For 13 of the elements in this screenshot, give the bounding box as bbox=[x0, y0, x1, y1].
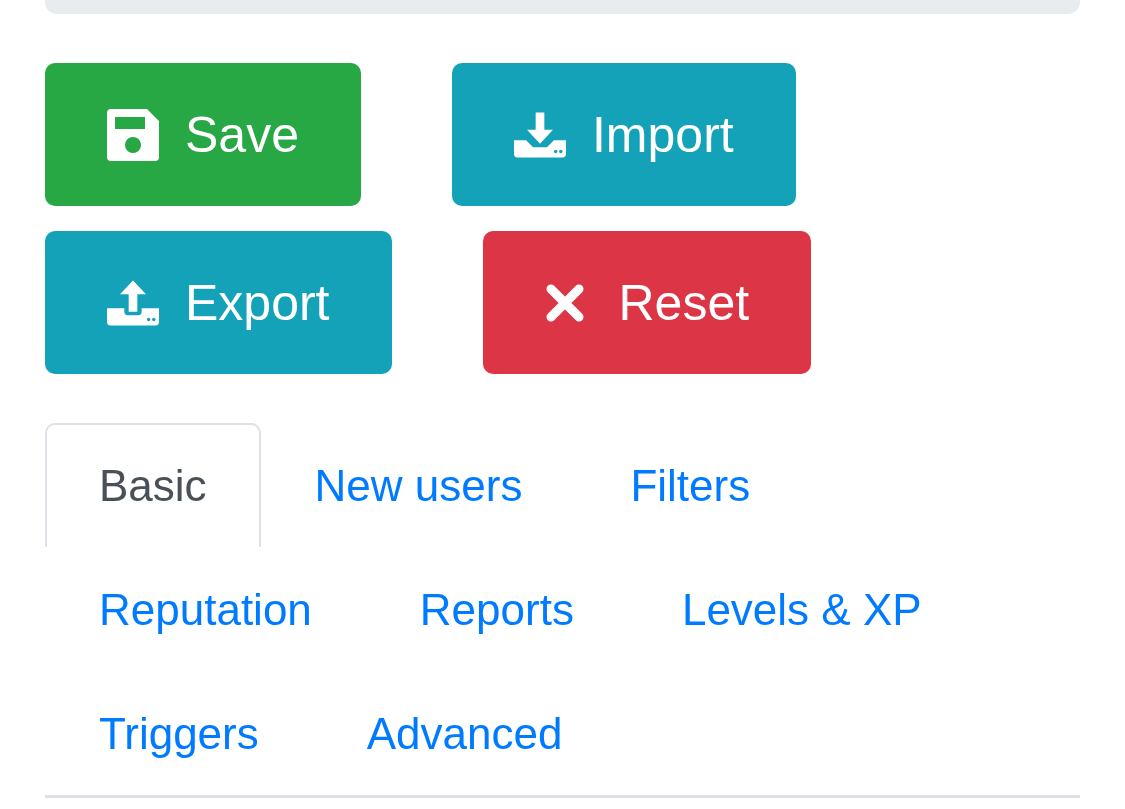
tab[interactable]: Advanced bbox=[312, 671, 617, 795]
tab[interactable]: Basic bbox=[45, 423, 261, 547]
tab[interactable]: Levels & XP bbox=[627, 547, 976, 671]
action-button[interactable]: Save bbox=[45, 63, 361, 206]
tab[interactable]: Reputation bbox=[45, 547, 366, 671]
tab[interactable]: Triggers bbox=[45, 671, 313, 795]
tab[interactable]: Reports bbox=[365, 547, 628, 671]
action-button[interactable]: Export bbox=[45, 231, 392, 374]
tab[interactable]: New users bbox=[260, 423, 577, 547]
close-icon bbox=[544, 282, 585, 323]
tab[interactable]: Filters bbox=[576, 423, 805, 547]
action-button[interactable]: Import bbox=[451, 63, 796, 206]
action-button[interactable]: Reset bbox=[482, 231, 812, 374]
